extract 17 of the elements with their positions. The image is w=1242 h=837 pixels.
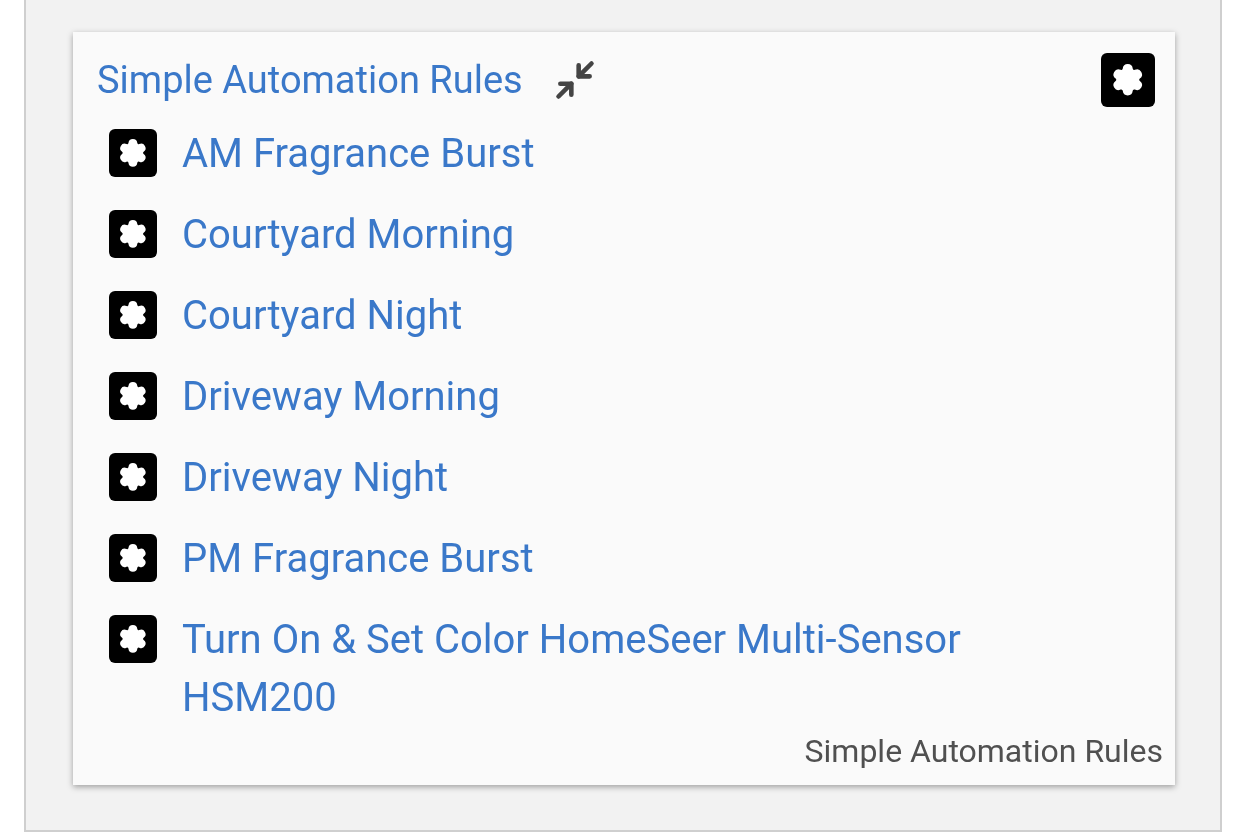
- gear-icon: [109, 291, 157, 339]
- gear-icon: [109, 534, 157, 582]
- settings-icon[interactable]: [1101, 52, 1155, 107]
- gear-icon: [109, 372, 157, 420]
- card-title: Simple Automation Rules: [97, 60, 523, 99]
- rule-link[interactable]: Courtyard Morning: [182, 206, 515, 264]
- rule-link[interactable]: AM Fragrance Burst: [182, 125, 535, 183]
- rule-link[interactable]: Driveway Morning: [182, 368, 500, 426]
- gear-icon: [109, 453, 157, 501]
- rule-link[interactable]: PM Fragrance Burst: [182, 530, 534, 588]
- gear-icon: [109, 615, 157, 663]
- gear-icon: [109, 210, 157, 258]
- gear-icon: [109, 129, 157, 177]
- card-footer: Simple Automation Rules: [804, 727, 1163, 775]
- rule-link[interactable]: Driveway Night: [182, 449, 449, 507]
- rule-link[interactable]: Turn On & Set Color HomeSeer Multi-Sensor HSM200: [182, 611, 1022, 727]
- rule-link[interactable]: Courtyard Night: [182, 287, 463, 345]
